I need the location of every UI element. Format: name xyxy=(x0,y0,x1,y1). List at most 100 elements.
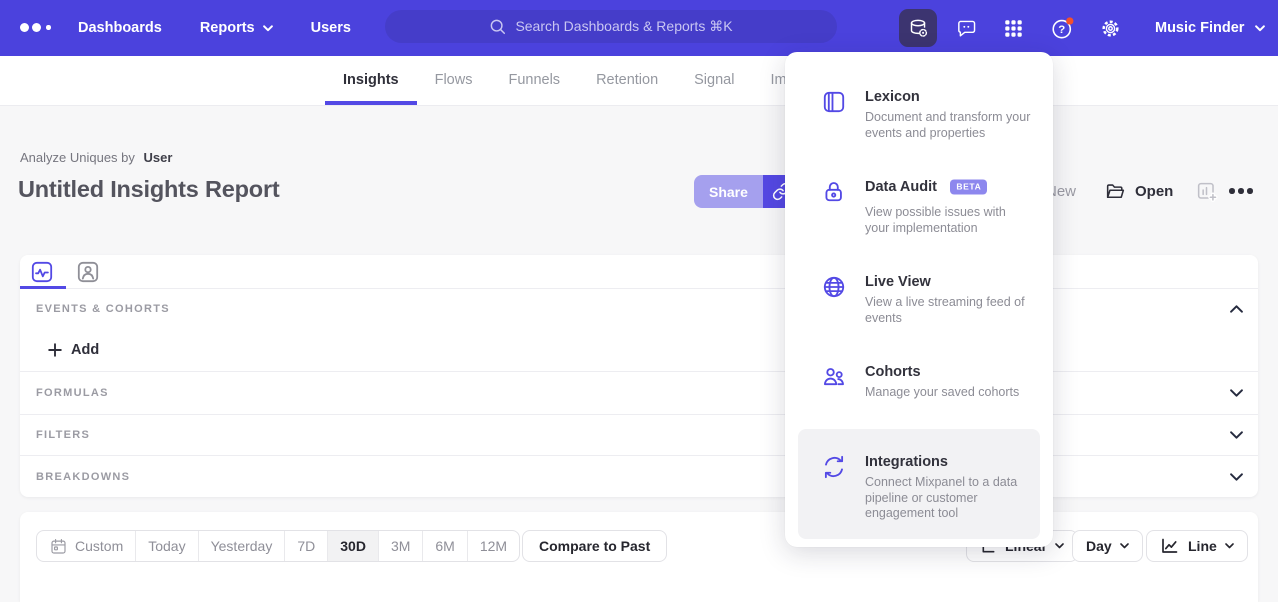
menu-item-title-row: Lexicon xyxy=(865,88,1033,106)
chevron-up-icon[interactable] xyxy=(1230,305,1243,313)
menu-item-description: Connect Mixpanel to a data pipeline or c… xyxy=(865,475,1033,522)
nav-item-reports[interactable]: Reports xyxy=(200,20,273,36)
compare-to-past-button[interactable]: Compare to Past xyxy=(522,530,667,562)
page-title[interactable]: Untitled Insights Report xyxy=(18,176,280,203)
lexicon-book-icon xyxy=(821,89,847,115)
builder-view-tabs xyxy=(20,255,1258,289)
data-management-dropdown: Lexicon Document and transform your even… xyxy=(785,52,1053,547)
data-management-button[interactable] xyxy=(899,9,937,47)
nav-item-label: Users xyxy=(311,20,351,36)
menu-item-title-row: Integrations xyxy=(865,453,1033,471)
settings-button[interactable] xyxy=(1093,11,1127,45)
search-icon xyxy=(489,18,506,35)
plus-icon xyxy=(48,343,62,357)
add-event-row: Add xyxy=(20,329,1258,371)
database-gear-icon xyxy=(907,17,930,40)
subtitle-prefix: Analyze Uniques by xyxy=(20,150,135,165)
tab-insights[interactable]: Insights xyxy=(325,56,417,105)
chevron-down-icon xyxy=(1225,543,1234,549)
section-label: BREAKDOWNS xyxy=(36,471,130,483)
menu-item-title: Lexicon xyxy=(865,89,920,105)
menu-item-integrations[interactable]: Integrations Connect Mixpanel to a data … xyxy=(785,453,1053,522)
menu-item-live-view[interactable]: Live View View a live streaming feed of … xyxy=(785,273,1053,326)
chevron-down-icon[interactable] xyxy=(1230,431,1243,439)
menu-item-title: Integrations xyxy=(865,454,948,470)
apps-grid-button[interactable] xyxy=(996,11,1030,45)
chevron-down-icon xyxy=(263,25,273,32)
grid-dots-icon xyxy=(1002,17,1025,40)
query-builder-card: EVENTS & COHORTS Add FORMULAS FILTERS BR… xyxy=(20,255,1258,497)
section-formulas[interactable]: FORMULAS xyxy=(20,371,1258,414)
chart-type-selector-button[interactable]: Line xyxy=(1146,530,1248,562)
menu-item-description: View a live streaming feed of events xyxy=(865,295,1033,326)
project-selector[interactable]: Music Finder xyxy=(1155,0,1265,56)
menu-item-title: Live View xyxy=(865,274,931,290)
add-event-button[interactable]: Add xyxy=(48,342,99,358)
menu-item-lexicon[interactable]: Lexicon Document and transform your even… xyxy=(785,88,1053,141)
range-12m[interactable]: 12M xyxy=(467,531,519,561)
range-7d[interactable]: 7D xyxy=(284,531,327,561)
globe-icon xyxy=(821,274,847,300)
search-placeholder: Search Dashboards & Reports ⌘K xyxy=(515,18,732,35)
range-today[interactable]: Today xyxy=(135,531,197,561)
interval-label: Day xyxy=(1086,538,1112,554)
add-label: Add xyxy=(71,342,99,358)
line-chart-icon xyxy=(31,261,53,283)
mixpanel-logo[interactable] xyxy=(20,23,51,32)
more-options-button[interactable] xyxy=(1229,188,1253,194)
section-label: FILTERS xyxy=(36,429,90,441)
open-report-button[interactable]: Open xyxy=(1104,180,1173,202)
section-filters[interactable]: FILTERS xyxy=(20,414,1258,455)
beta-badge: BETA xyxy=(950,179,987,194)
subtitle-value[interactable]: User xyxy=(144,150,173,165)
messages-button[interactable] xyxy=(949,11,983,45)
person-icon xyxy=(77,261,99,283)
chevron-down-icon[interactable] xyxy=(1230,389,1243,397)
tab-flows[interactable]: Flows xyxy=(417,56,491,105)
report-tabs: Insights Flows Funnels Retention Signal … xyxy=(325,56,805,105)
range-30d[interactable]: 30D xyxy=(327,531,378,561)
menu-item-description: View possible issues with your implement… xyxy=(865,205,1033,236)
nav-item-dashboards[interactable]: Dashboards xyxy=(78,20,162,36)
tab-profiles-view[interactable] xyxy=(77,261,99,283)
range-6m[interactable]: 6M xyxy=(422,531,466,561)
share-button[interactable]: Share xyxy=(694,175,763,208)
top-nav: Dashboards Reports Users Search Dashboar… xyxy=(0,0,1278,56)
project-name: Music Finder xyxy=(1155,20,1244,36)
chevron-down-icon xyxy=(1055,543,1064,549)
section-label: EVENTS & COHORTS xyxy=(36,303,170,315)
menu-item-cohorts[interactable]: Cohorts Manage your saved cohorts xyxy=(785,363,1053,401)
sync-icon xyxy=(821,454,847,480)
chart-type-label: Line xyxy=(1188,538,1217,554)
interval-selector-button[interactable]: Day xyxy=(1072,530,1143,562)
range-3m[interactable]: 3M xyxy=(378,531,422,561)
ellipsis-icon xyxy=(1229,188,1235,194)
calendar-icon xyxy=(49,537,68,556)
tab-funnels[interactable]: Funnels xyxy=(490,56,578,105)
range-custom[interactable]: Custom xyxy=(37,531,135,561)
tab-retention[interactable]: Retention xyxy=(578,56,676,105)
tab-signal[interactable]: Signal xyxy=(676,56,752,105)
section-breakdowns[interactable]: BREAKDOWNS xyxy=(20,455,1258,497)
users-icon xyxy=(821,364,847,390)
help-button[interactable]: ? xyxy=(1045,11,1079,45)
nav-item-label: Reports xyxy=(200,20,255,36)
dashboard-add-icon xyxy=(1195,180,1218,203)
range-yesterday[interactable]: Yesterday xyxy=(198,531,285,561)
report-tab-bar: Insights Flows Funnels Retention Signal … xyxy=(0,56,1278,106)
menu-item-description: Document and transform your events and p… xyxy=(865,110,1033,141)
chevron-down-icon[interactable] xyxy=(1230,473,1243,481)
range-label: Custom xyxy=(75,538,123,554)
share-label: Share xyxy=(709,184,748,200)
section-events-cohorts[interactable]: EVENTS & COHORTS xyxy=(20,289,1258,329)
menu-item-title: Data Audit xyxy=(865,179,937,195)
tab-events-view[interactable] xyxy=(31,261,53,283)
menu-item-title-row: Data Audit BETA xyxy=(865,178,1033,196)
menu-item-data-audit[interactable]: Data Audit BETA View possible issues wit… xyxy=(785,178,1053,236)
chevron-down-icon xyxy=(1120,543,1129,549)
search-input[interactable]: Search Dashboards & Reports ⌘K xyxy=(385,10,837,43)
chat-bubble-icon xyxy=(955,17,978,40)
nav-item-users[interactable]: Users xyxy=(311,20,351,36)
gear-icon xyxy=(1099,17,1122,40)
add-to-dashboard-button[interactable] xyxy=(1195,180,1218,203)
